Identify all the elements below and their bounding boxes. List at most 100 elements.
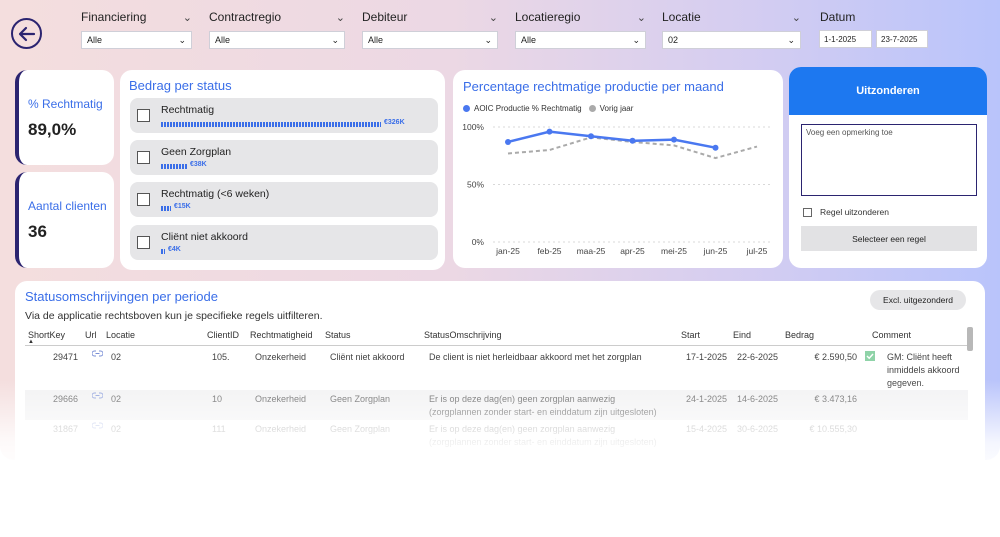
cell-clientid: 10: [212, 394, 223, 404]
cell-status: Geen Zorgplan: [330, 424, 391, 434]
status-bar: [161, 164, 187, 169]
filter-select[interactable]: Alle ⌄: [209, 31, 345, 49]
kpi-value: 89,0%: [28, 120, 77, 139]
data-point[interactable]: [671, 136, 677, 143]
kpi-card-rechtmatig: % Rechtmatig 89,0%: [15, 70, 114, 165]
x-tick-label: jun-25: [703, 246, 728, 256]
filter-debiteur: Debiteur ⌄ Alle ⌄: [362, 9, 498, 49]
link-icon[interactable]: [91, 391, 104, 404]
filter-value: Alle: [215, 35, 231, 45]
cell-locatie: 02: [111, 394, 122, 404]
filter-locatieregio: Locatieregio ⌄ Alle ⌄: [515, 9, 646, 49]
select-row-button[interactable]: Selecteer een regel: [801, 226, 977, 251]
excl-uitgezonderd-button[interactable]: Excl. uitgezonderd: [870, 290, 966, 310]
uitzonderen-header: Uitzonderen: [789, 67, 987, 115]
omschrijving-line: (zorgplannen zonder start- en einddatum …: [429, 407, 657, 417]
date-to-input[interactable]: 23-7-2025: [876, 30, 928, 48]
header-status[interactable]: Status: [325, 330, 351, 340]
filter-select[interactable]: Alle ⌄: [362, 31, 498, 49]
check-icon[interactable]: [865, 351, 875, 361]
table-subtitle: Via de applicatie rechtsboven kun je spe…: [25, 310, 323, 322]
cell-eind: 22-6-2025: [737, 352, 779, 362]
cell-statusomschrijving: De client is niet herleidbaar akkoord me…: [429, 351, 684, 364]
header-locatie[interactable]: Locatie: [106, 330, 135, 340]
table-row[interactable]: 29666 02 10 Onzekerheid Geen Zorgplan Er is o…: [25, 390, 968, 420]
chevron-down-icon: ⌄: [178, 34, 186, 45]
cell-comment: GM: Cliënt heeft inmiddels akkoord gegev…: [887, 352, 960, 388]
table-title: Statusomschrijvingen per periode: [25, 289, 218, 304]
header-rechtmatigheid[interactable]: Rechtmatigheid: [250, 330, 313, 340]
chevron-down-icon[interactable]: ⌄: [183, 11, 192, 24]
chart-card: Percentage rechtmatige productie per maa…: [453, 70, 783, 268]
status-name: Rechtmatig: [161, 104, 215, 116]
back-button[interactable]: [11, 18, 42, 49]
cell-shortkey: 31867: [52, 424, 78, 434]
status-checkbox[interactable]: [137, 151, 150, 164]
cell-bedrag: € 10.555,30: [809, 424, 857, 434]
chevron-down-icon: ⌄: [632, 34, 640, 45]
data-point[interactable]: [588, 133, 594, 140]
cell-locatie: 02: [111, 424, 122, 434]
status-item[interactable]: Cliënt niet akkoord €4K: [130, 225, 438, 260]
header-start[interactable]: Start: [681, 330, 700, 340]
chevron-down-icon[interactable]: ⌄: [792, 11, 801, 24]
data-point[interactable]: [505, 138, 511, 145]
x-tick-label: jan-25: [495, 246, 520, 256]
cell-locatie: 02: [111, 352, 122, 362]
data-point[interactable]: [629, 137, 636, 144]
cell-status: Cliënt niet akkoord: [330, 352, 405, 362]
regel-uitzonderen-checkbox[interactable]: [803, 207, 812, 217]
status-checkbox[interactable]: [137, 236, 150, 249]
data-point[interactable]: [546, 128, 553, 135]
status-item[interactable]: Rechtmatig €326K: [130, 98, 438, 133]
cell-eind: 30-6-2025: [737, 424, 779, 434]
cell-bedrag: € 2.590,50: [814, 352, 857, 362]
filter-label: Debiteur: [362, 10, 408, 24]
header-eind[interactable]: Eind: [733, 330, 751, 340]
x-tick-label: feb-25: [537, 246, 561, 256]
cell-clientid: 105.: [212, 352, 230, 362]
filter-datum: Datum: [820, 9, 930, 25]
cell-shortkey: 29471: [52, 352, 78, 362]
header-bedrag[interactable]: Bedrag: [785, 330, 814, 340]
line-chart: 100% 50% 0% jan-25 feb-25 maa-25 apr-25 mei-25 j…: [462, 122, 771, 256]
status-checkbox[interactable]: [137, 193, 150, 206]
cell-start: 24-1-2025: [686, 394, 728, 404]
filter-select[interactable]: Alle ⌄: [81, 31, 192, 49]
chevron-down-icon: ⌄: [331, 34, 339, 45]
header-statusomschrijving[interactable]: StatusOmschrijving: [424, 330, 502, 340]
filter-select[interactable]: 02 ⌄: [662, 31, 801, 49]
omschrijving-line: Er is op deze dag(en) geen zorgplan aanw…: [429, 424, 616, 434]
header-url[interactable]: Url: [85, 330, 97, 340]
chevron-down-icon[interactable]: ⌄: [489, 11, 498, 24]
uitzonderen-card: Uitzonderen Voeg een opmerking toe Regel…: [789, 67, 987, 268]
x-tick-label: mei-25: [661, 246, 687, 256]
link-icon[interactable]: [91, 421, 104, 434]
status-checkbox[interactable]: [137, 109, 150, 122]
data-point[interactable]: [712, 144, 719, 151]
link-icon[interactable]: [91, 349, 104, 362]
status-value: €326K: [384, 119, 405, 126]
cell-start: 17-1-2025: [686, 352, 728, 362]
status-value: €38K: [190, 161, 207, 168]
cell-status: Geen Zorgplan: [330, 394, 391, 404]
date-from-input[interactable]: 1-1-2025: [819, 30, 872, 48]
status-value: €15K: [174, 203, 191, 210]
header-comment[interactable]: Comment: [872, 330, 911, 340]
filter-select[interactable]: Alle ⌄: [515, 31, 646, 49]
omschrijving-line: (zorgplannen zonder start- en einddatum …: [429, 437, 657, 447]
omschrijving-line: Er is op deze dag(en) geen zorgplan aanw…: [429, 394, 616, 404]
table-row[interactable]: 31867 02 111 Onzekerheid Geen Zorgplan Er is …: [25, 420, 968, 450]
cell-statusomschrijving: Er is op deze dag(en) geen zorgplan aanw…: [429, 423, 684, 449]
table-row[interactable]: 29471 02 105. Onzekerheid Cliënt niet akkoor…: [25, 348, 968, 388]
regel-uitzonderen-row[interactable]: Regel uitzonderen: [803, 207, 889, 217]
header-clientid[interactable]: ClientID: [207, 330, 239, 340]
status-bar: [161, 206, 171, 211]
kpi-card-clienten: Aantal clienten 36: [15, 172, 114, 268]
status-item[interactable]: Rechtmatig (<6 weken) €15K: [130, 182, 438, 217]
chevron-down-icon[interactable]: ⌄: [637, 11, 646, 24]
comment-input[interactable]: Voeg een opmerking toe: [801, 124, 977, 196]
status-item[interactable]: Geen Zorgplan €38K: [130, 140, 438, 175]
cell-start: 15-4-2025: [686, 424, 728, 434]
chevron-down-icon[interactable]: ⌄: [336, 11, 345, 24]
